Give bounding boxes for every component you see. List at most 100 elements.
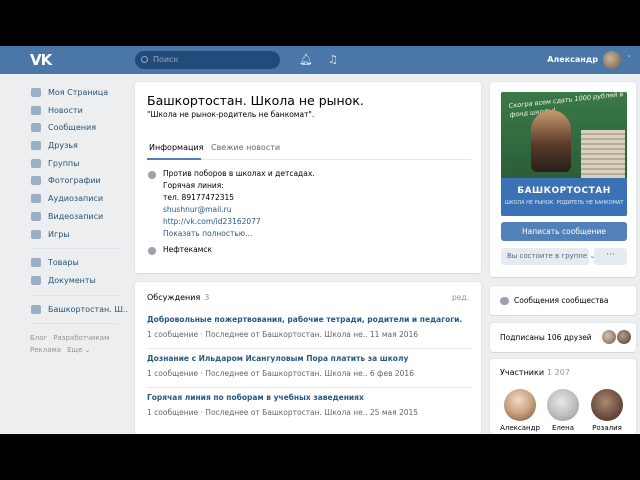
info-description: Против поборов в школах и детсадах. Горя… xyxy=(163,168,315,240)
user-avatar[interactable] xyxy=(603,51,621,69)
avatar xyxy=(504,389,536,421)
avatar xyxy=(547,389,579,421)
discussions-count: 3 xyxy=(204,293,210,302)
vk-page: VK Поиск 🔔︎ ♫ Александр ˅ Моя Страница Н… xyxy=(0,46,640,434)
left-menu: Моя Страница Новости Сообщения Друзья Гр… xyxy=(30,84,130,356)
group-status: "Школа не рынок-родитель не банкомат". xyxy=(147,110,315,119)
menu-item-goods[interactable]: Товары xyxy=(30,254,130,272)
members-header[interactable]: Участники 1 207 xyxy=(500,368,570,377)
groups-icon xyxy=(31,158,41,168)
topic-title[interactable]: Добровольные пожертвования, рабочие тетр… xyxy=(147,315,462,324)
footer-link-blog[interactable]: Блог xyxy=(30,334,47,342)
cover-title: БАШКОРТОСТАН xyxy=(517,186,611,196)
menu-item-my-page[interactable]: Моя Страница xyxy=(30,84,130,102)
info-line: Горячая линия: xyxy=(163,181,224,190)
search-icon xyxy=(141,56,148,63)
person-figure xyxy=(531,110,571,172)
info-line: Против поборов в школах и детсадах. xyxy=(163,169,315,178)
money-stack xyxy=(581,130,625,178)
email-link[interactable]: shushnur@mail.ru xyxy=(163,204,315,216)
documents-icon xyxy=(31,275,41,285)
more-actions-button[interactable]: ··· xyxy=(594,248,627,265)
music-icon[interactable]: ♫ xyxy=(328,53,338,66)
menu-item-messages[interactable]: Сообщения xyxy=(30,119,130,137)
info-icon xyxy=(148,171,156,179)
user-name[interactable]: Александр xyxy=(547,55,598,64)
community-messages-card[interactable]: Сообщения сообщества xyxy=(490,286,636,315)
info-line: тел. 89177472315 xyxy=(163,193,235,202)
friends-icon xyxy=(31,141,41,151)
footer-links: Блог Разработчикам Реклама Еще ⌄ xyxy=(30,332,130,356)
subscribers-label: Подписаны 106 друзей xyxy=(500,333,592,342)
page-title: Башкортостан. Школа не рынок. xyxy=(147,93,364,108)
games-icon xyxy=(31,229,41,239)
tab-info[interactable]: Информация xyxy=(149,143,203,152)
menu-item-label: Видеозаписи xyxy=(48,211,104,221)
member[interactable]: Александр xyxy=(498,389,542,432)
member-name: Елена xyxy=(551,424,575,432)
footer-link-ads[interactable]: Реклама xyxy=(30,346,61,354)
menu-item-friends[interactable]: Друзья xyxy=(30,137,130,155)
search-input[interactable]: Поиск xyxy=(135,51,280,69)
menu-item-label: Башкортостан. Ш.. xyxy=(48,304,128,314)
friend-avatar xyxy=(602,330,616,344)
menu-item-documents[interactable]: Документы xyxy=(30,272,130,290)
topic-meta: 1 сообщение · Последнее от Башкортостан.… xyxy=(147,369,414,378)
active-tab-indicator xyxy=(147,158,201,160)
friends-subscribed-card[interactable]: Подписаны 106 друзей xyxy=(490,323,636,352)
edit-link[interactable]: ред. xyxy=(452,293,469,302)
topic-meta: 1 сообщение · Последнее от Башкортостан.… xyxy=(147,330,419,339)
members-card: Участники 1 207 Александр Елена Розалия xyxy=(490,359,636,434)
chat-icon xyxy=(500,297,509,305)
chevron-down-icon[interactable]: ˅ xyxy=(628,55,632,63)
discussions-title: Обсуждения xyxy=(147,293,201,302)
menu-item-photos[interactable]: Фотографии xyxy=(30,172,130,190)
menu-divider xyxy=(30,323,118,325)
menu-item-pinned-community[interactable]: Башкортостан. Ш.. xyxy=(30,301,130,319)
list-item: Добровольные пожертвования, рабочие тетр… xyxy=(147,310,471,349)
menu-item-video[interactable]: Видеозаписи xyxy=(30,208,130,226)
messages-icon xyxy=(31,123,41,133)
menu-item-news[interactable]: Новости xyxy=(30,102,130,120)
location-icon xyxy=(148,247,156,255)
menu-item-groups[interactable]: Группы xyxy=(30,155,130,173)
group-info-card: Башкортостан. Школа не рынок. "Школа не … xyxy=(135,82,481,273)
show-more-link[interactable]: Показать полностью... xyxy=(163,228,315,240)
bell-icon[interactable]: 🔔︎ xyxy=(299,53,313,66)
goods-icon xyxy=(31,258,41,268)
member-name: Розалия xyxy=(592,424,622,432)
membership-button[interactable]: Вы состоите в группе ⌄ xyxy=(501,248,595,265)
member[interactable]: Розалия xyxy=(585,389,629,432)
footer-link-more[interactable]: Еще ⌄ xyxy=(67,346,90,354)
home-icon xyxy=(31,88,41,97)
topic-title[interactable]: Дознание с Ильдаром Исангуловым Пора пла… xyxy=(147,354,408,363)
profile-link[interactable]: http://vk.com/id23162077 xyxy=(163,216,315,228)
video-icon xyxy=(31,211,41,221)
community-messages-label: Сообщения сообщества xyxy=(514,296,609,305)
vk-logo-icon[interactable]: VK xyxy=(30,51,52,69)
write-message-button[interactable]: Написать сообщение xyxy=(501,222,627,241)
discussions-card: Обсуждения 3 ред. Добровольные пожертвова… xyxy=(135,282,481,434)
members-count: 1 207 xyxy=(547,368,570,377)
community-cover-image[interactable]: Скогра всем сдать 1000 рублей в фонд шко… xyxy=(501,92,627,216)
menu-item-label: Игры xyxy=(48,229,70,239)
menu-item-label: Аудиозаписи xyxy=(48,194,104,204)
menu-item-label: Новости xyxy=(48,105,83,115)
menu-divider xyxy=(30,294,118,296)
member-name: Александр xyxy=(500,424,540,432)
info-tabs: Информация Свежие новости xyxy=(147,134,471,160)
menu-item-games[interactable]: Игры xyxy=(30,226,130,244)
menu-item-audio[interactable]: Аудиозаписи xyxy=(30,190,130,208)
menu-item-label: Друзья xyxy=(48,141,78,151)
menu-divider xyxy=(30,248,118,250)
footer-link-devs[interactable]: Разработчикам xyxy=(53,334,109,342)
news-icon xyxy=(31,105,41,115)
tab-news[interactable]: Свежие новости xyxy=(211,143,280,152)
cover-band: БАШКОРТОСТАН ШКОЛА НЕ РЫНОК. РОДИТЕЛЬ НЕ… xyxy=(501,178,627,216)
city: Нефтекамск xyxy=(163,245,213,254)
discussions-header[interactable]: Обсуждения 3 xyxy=(147,293,209,302)
avatar xyxy=(591,389,623,421)
community-icon xyxy=(31,304,41,314)
topic-title[interactable]: Горячая линия по поборам в учебных завед… xyxy=(147,393,364,402)
member[interactable]: Елена xyxy=(541,389,585,432)
